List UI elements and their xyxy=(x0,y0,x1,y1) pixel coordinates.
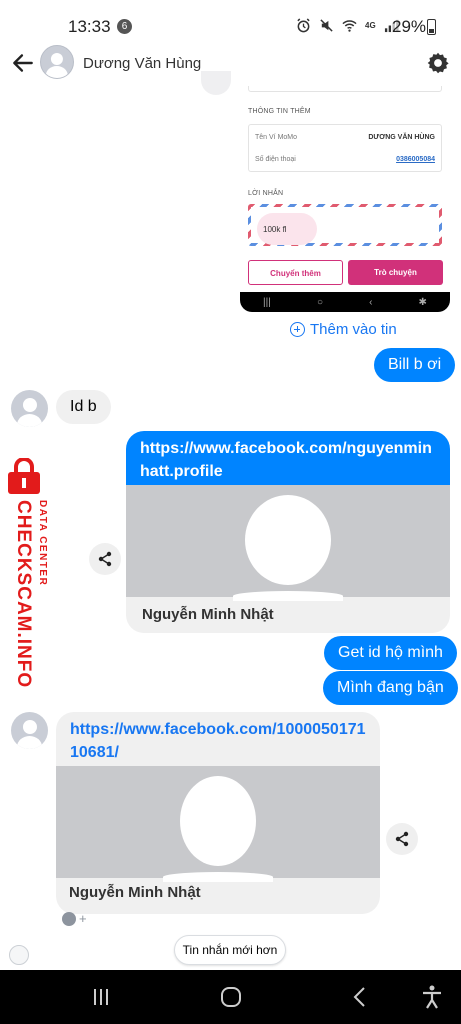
accessibility-icon[interactable] xyxy=(418,983,446,1011)
screenshot-section-more-info: THÔNG TIN THÊM xyxy=(248,108,311,115)
profile-silhouette-body xyxy=(163,872,273,882)
outgoing-message[interactable]: Bill b ơi xyxy=(374,348,456,382)
phone-label: Số điện thoại xyxy=(255,156,296,163)
screenshot-chat-button: Trò chuyện xyxy=(348,260,443,285)
newer-messages-button[interactable]: Tin nhắn mới hơn xyxy=(174,935,286,965)
add-reaction-button[interactable]: + xyxy=(62,911,87,926)
home-icon: ○ xyxy=(316,296,323,308)
wallet-name-value: DƯƠNG VĂN HÙNG xyxy=(368,134,435,141)
incoming-message[interactable]: Id b xyxy=(56,390,111,424)
screenshot-wallet-name-row: Tên Ví MoMo DƯƠNG VĂN HÙNG xyxy=(255,134,435,141)
link-url[interactable]: https://www.facebook.com/nguyenminhatt.p… xyxy=(126,431,450,485)
screenshot-transfer-more-button: Chuyển thêm xyxy=(248,260,343,285)
gear-icon[interactable] xyxy=(425,50,451,76)
screenshot-phone-row: Số điện thoại 0386005084 xyxy=(255,156,435,163)
network-type: 4G xyxy=(365,20,376,30)
recents-icon: ||| xyxy=(263,296,271,308)
wallet-name-label: Tên Ví MoMo xyxy=(255,134,298,141)
smile-icon xyxy=(62,911,76,926)
screenshot-message-section: LỜI NHẮN xyxy=(248,190,284,197)
share-icon xyxy=(395,831,409,847)
accessibility-icon: ✱ xyxy=(418,296,427,308)
share-button[interactable] xyxy=(386,823,418,855)
screenshot-info-card: Tên Ví MoMo DƯƠNG VĂN HÙNG Số điện thoại… xyxy=(248,124,442,172)
recents-icon[interactable] xyxy=(87,983,115,1011)
share-icon xyxy=(98,551,112,567)
plus-icon: + xyxy=(79,911,87,926)
share-button-partial[interactable] xyxy=(201,71,231,95)
home-icon[interactable] xyxy=(217,983,245,1011)
profile-silhouette-head xyxy=(245,495,331,585)
wifi-icon xyxy=(342,20,357,32)
link-preview-card[interactable]: https://www.facebook.com/100005017110681… xyxy=(56,712,380,914)
mute-icon xyxy=(320,19,333,32)
screenshot-top-card xyxy=(248,86,442,92)
share-button[interactable] xyxy=(89,543,121,575)
screenshot-message-text: 100k fl xyxy=(263,225,287,234)
watermark-small-text: DATA CENTER xyxy=(37,500,48,587)
phone-value: 0386005084 xyxy=(396,156,435,163)
link-title: Nguyễn Minh Nhật xyxy=(142,606,274,623)
status-time: 13:33 xyxy=(68,17,111,36)
add-to-story-link[interactable]: Thêm vào tin xyxy=(290,321,397,338)
battery-icon xyxy=(427,19,436,35)
status-icons: 4G xyxy=(296,18,399,33)
link-preview-image xyxy=(126,485,450,601)
profile-silhouette-body xyxy=(233,591,343,601)
battery-percent: 29% xyxy=(392,17,427,36)
system-navigation-bar xyxy=(0,970,461,1024)
link-url[interactable]: https://www.facebook.com/100005017110681… xyxy=(56,712,380,766)
sender-avatar[interactable] xyxy=(11,390,48,427)
contact-name[interactable]: Dương Văn Hùng xyxy=(83,55,201,72)
profile-silhouette-head xyxy=(180,776,256,866)
sender-avatar[interactable] xyxy=(11,712,48,749)
add-circle-icon xyxy=(290,322,305,337)
notification-count-badge: 6 xyxy=(117,19,132,34)
watermark-big-text: CHECKSCAM.INFO xyxy=(13,500,34,689)
back-arrow-icon[interactable] xyxy=(10,50,36,76)
screenshot-navbar: ||| ○ ‹ ✱ xyxy=(240,292,450,312)
outgoing-message[interactable]: Get id hộ mình xyxy=(324,636,457,670)
lock-icon xyxy=(8,458,40,494)
status-bar: 13:33 6 4G 29% xyxy=(0,0,461,40)
add-to-story-label: Thêm vào tin xyxy=(310,321,397,338)
back-icon[interactable] xyxy=(346,983,374,1011)
contact-avatar[interactable] xyxy=(40,45,74,79)
scroll-down-icon[interactable] xyxy=(9,945,29,965)
link-preview-image xyxy=(56,766,380,882)
outgoing-message[interactable]: Mình đang bận xyxy=(323,671,458,705)
link-title: Nguyễn Minh Nhật xyxy=(69,884,201,901)
back-icon: ‹ xyxy=(369,296,373,308)
link-preview-card[interactable]: https://www.facebook.com/nguyenminhatt.p… xyxy=(126,431,450,633)
shared-screenshot-image[interactable]: THÔNG TIN THÊM Tên Ví MoMo DƯƠNG VĂN HÙN… xyxy=(240,86,450,312)
watermark: DATA CENTER CHECKSCAM.INFO xyxy=(2,452,50,688)
screenshot-message-envelope: 100k fl xyxy=(248,204,442,246)
alarm-icon xyxy=(297,18,310,33)
